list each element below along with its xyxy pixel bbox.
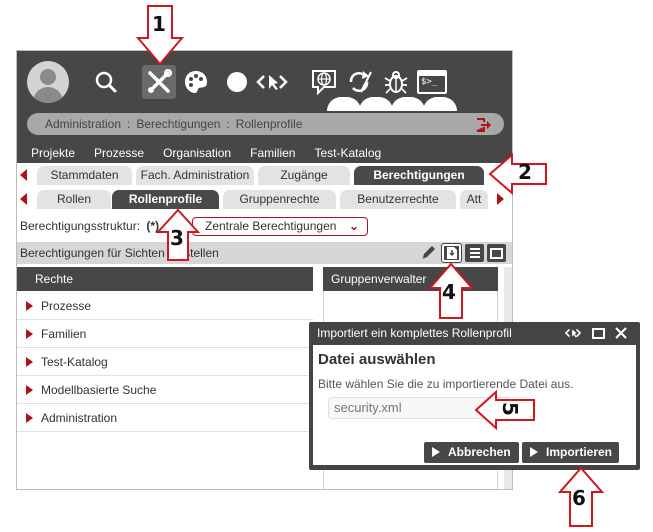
rechte-column-header[interactable]: Rechte bbox=[17, 267, 313, 291]
subtab-gruppenrechte[interactable]: Gruppenrechte bbox=[223, 190, 336, 209]
callout-number-1: 1 bbox=[152, 12, 166, 36]
tab-berechtigungen[interactable]: Berechtigungen bbox=[354, 166, 484, 185]
expand-triangle-icon[interactable] bbox=[26, 385, 33, 395]
tree-item[interactable]: Familien bbox=[17, 320, 313, 348]
search-icon[interactable] bbox=[89, 65, 123, 99]
terminal-icon[interactable]: $>_ bbox=[415, 65, 449, 99]
close-icon[interactable] bbox=[613, 325, 629, 341]
user-avatar[interactable] bbox=[27, 61, 69, 103]
terminal-label: $>_ bbox=[421, 77, 438, 87]
tab-zugaenge[interactable]: Zugänge bbox=[258, 166, 350, 185]
subtab-benutzerrechte[interactable]: Benutzerrechte bbox=[340, 190, 456, 209]
menu-item-organisation[interactable]: Organisation bbox=[163, 143, 231, 163]
cancel-label: Abbrechen bbox=[448, 445, 511, 459]
tree-item[interactable]: Administration bbox=[17, 404, 313, 432]
breadcrumb-separator: : bbox=[226, 117, 230, 131]
breadcrumb: Administration: Berechtigungen: Rollenprof… bbox=[27, 113, 504, 135]
tools-icon[interactable] bbox=[142, 65, 176, 99]
toolbar-arcs bbox=[327, 97, 457, 111]
tree-item-label: Prozesse bbox=[41, 299, 92, 313]
tree-item[interactable]: Modellbasierte Suche bbox=[17, 376, 313, 404]
dialog-heading: Datei auswählen bbox=[318, 351, 436, 368]
play-icon bbox=[530, 447, 538, 457]
menu-item-prozesse[interactable]: Prozesse bbox=[94, 143, 144, 163]
breadcrumb-separator: : bbox=[127, 117, 131, 131]
breadcrumb-item[interactable]: Administration bbox=[45, 117, 121, 131]
tab-fach-administration[interactable]: Fach. Administration bbox=[136, 166, 254, 185]
globe-chat-icon[interactable] bbox=[307, 65, 341, 99]
bug-icon[interactable] bbox=[379, 65, 413, 99]
subtab-scroll-left-icon[interactable] bbox=[20, 193, 27, 205]
callout-number-2: 2 bbox=[518, 160, 532, 184]
tree-item[interactable]: Test-Katalog bbox=[17, 348, 313, 376]
tree-item-label: Familien bbox=[41, 327, 87, 341]
palette-icon[interactable] bbox=[179, 65, 213, 99]
main-menu: Projekte Prozesse Organisation Familien … bbox=[17, 143, 512, 163]
tabrow-primary: Stammdaten Fach. Administration Zugänge … bbox=[17, 164, 512, 186]
callout-number-3: 3 bbox=[170, 226, 184, 250]
subtab-rollen[interactable]: Rollen bbox=[37, 190, 111, 209]
callout-number-4: 4 bbox=[442, 280, 456, 304]
menu-item-test-katalog[interactable]: Test-Katalog bbox=[314, 143, 381, 163]
panel-header: Berechtigungen für Sichten einstellen bbox=[17, 242, 512, 264]
top-toolbar: $>_ Administration: Berechtigungen: Rollen… bbox=[17, 51, 512, 163]
circle-icon[interactable] bbox=[220, 65, 254, 99]
subtab-rollenprofile[interactable]: Rollenprofile bbox=[112, 190, 219, 209]
tree-item-label: Test-Katalog bbox=[41, 355, 108, 369]
tree-item-label: Modellbasierte Suche bbox=[41, 383, 157, 397]
code-arrows-icon[interactable] bbox=[255, 65, 289, 99]
breadcrumb-item[interactable]: Berechtigungen bbox=[136, 117, 220, 131]
subtab-att[interactable]: Att bbox=[460, 190, 488, 209]
tabrow-secondary: Rollen Rollenprofile Gruppenrechte Benut… bbox=[17, 188, 512, 210]
logout-icon[interactable] bbox=[476, 117, 492, 139]
play-icon bbox=[432, 447, 440, 457]
maximize-panel-button[interactable] bbox=[487, 244, 506, 262]
code-arrows-icon[interactable] bbox=[565, 325, 581, 341]
tree-item-label: Administration bbox=[41, 411, 118, 425]
import-label: Importieren bbox=[546, 445, 613, 459]
import-button[interactable]: Importieren bbox=[522, 442, 619, 463]
menu-item-familien[interactable]: Familien bbox=[250, 143, 295, 163]
dialog-instruction: Bitte wählen Sie die zu importierende Da… bbox=[318, 377, 574, 391]
callout-number-6: 6 bbox=[572, 486, 586, 510]
structure-label: Berechtigungsstruktur: bbox=[20, 219, 141, 233]
structure-select[interactable]: Zentrale Berechtigungen ⌄ bbox=[192, 217, 368, 236]
breadcrumb-item[interactable]: Rollenprofile bbox=[236, 117, 303, 131]
expand-triangle-icon[interactable] bbox=[26, 329, 33, 339]
tree-item[interactable]: Prozesse bbox=[17, 292, 313, 320]
callout-number-5: 5 bbox=[497, 402, 522, 416]
maximize-dialog-icon[interactable] bbox=[590, 325, 606, 341]
list-view-button[interactable] bbox=[465, 244, 484, 262]
chevron-down-icon: ⌄ bbox=[348, 219, 359, 233]
tab-scroll-left-icon[interactable] bbox=[20, 169, 27, 181]
structure-select-value: Zentrale Berechtigungen bbox=[205, 219, 337, 233]
expand-triangle-icon[interactable] bbox=[26, 413, 33, 423]
structure-row: Berechtigungsstruktur: (*) Zentrale Bere… bbox=[17, 213, 512, 239]
import-file-button[interactable] bbox=[441, 243, 462, 263]
menu-item-projekte[interactable]: Projekte bbox=[31, 143, 75, 163]
expand-triangle-icon[interactable] bbox=[26, 301, 33, 311]
cancel-button[interactable]: Abbrechen bbox=[424, 442, 519, 463]
tab-stammdaten[interactable]: Stammdaten bbox=[37, 166, 132, 185]
refresh-brush-icon[interactable] bbox=[342, 65, 376, 99]
edit-pencil-button[interactable] bbox=[418, 244, 437, 262]
expand-triangle-icon[interactable] bbox=[26, 357, 33, 367]
